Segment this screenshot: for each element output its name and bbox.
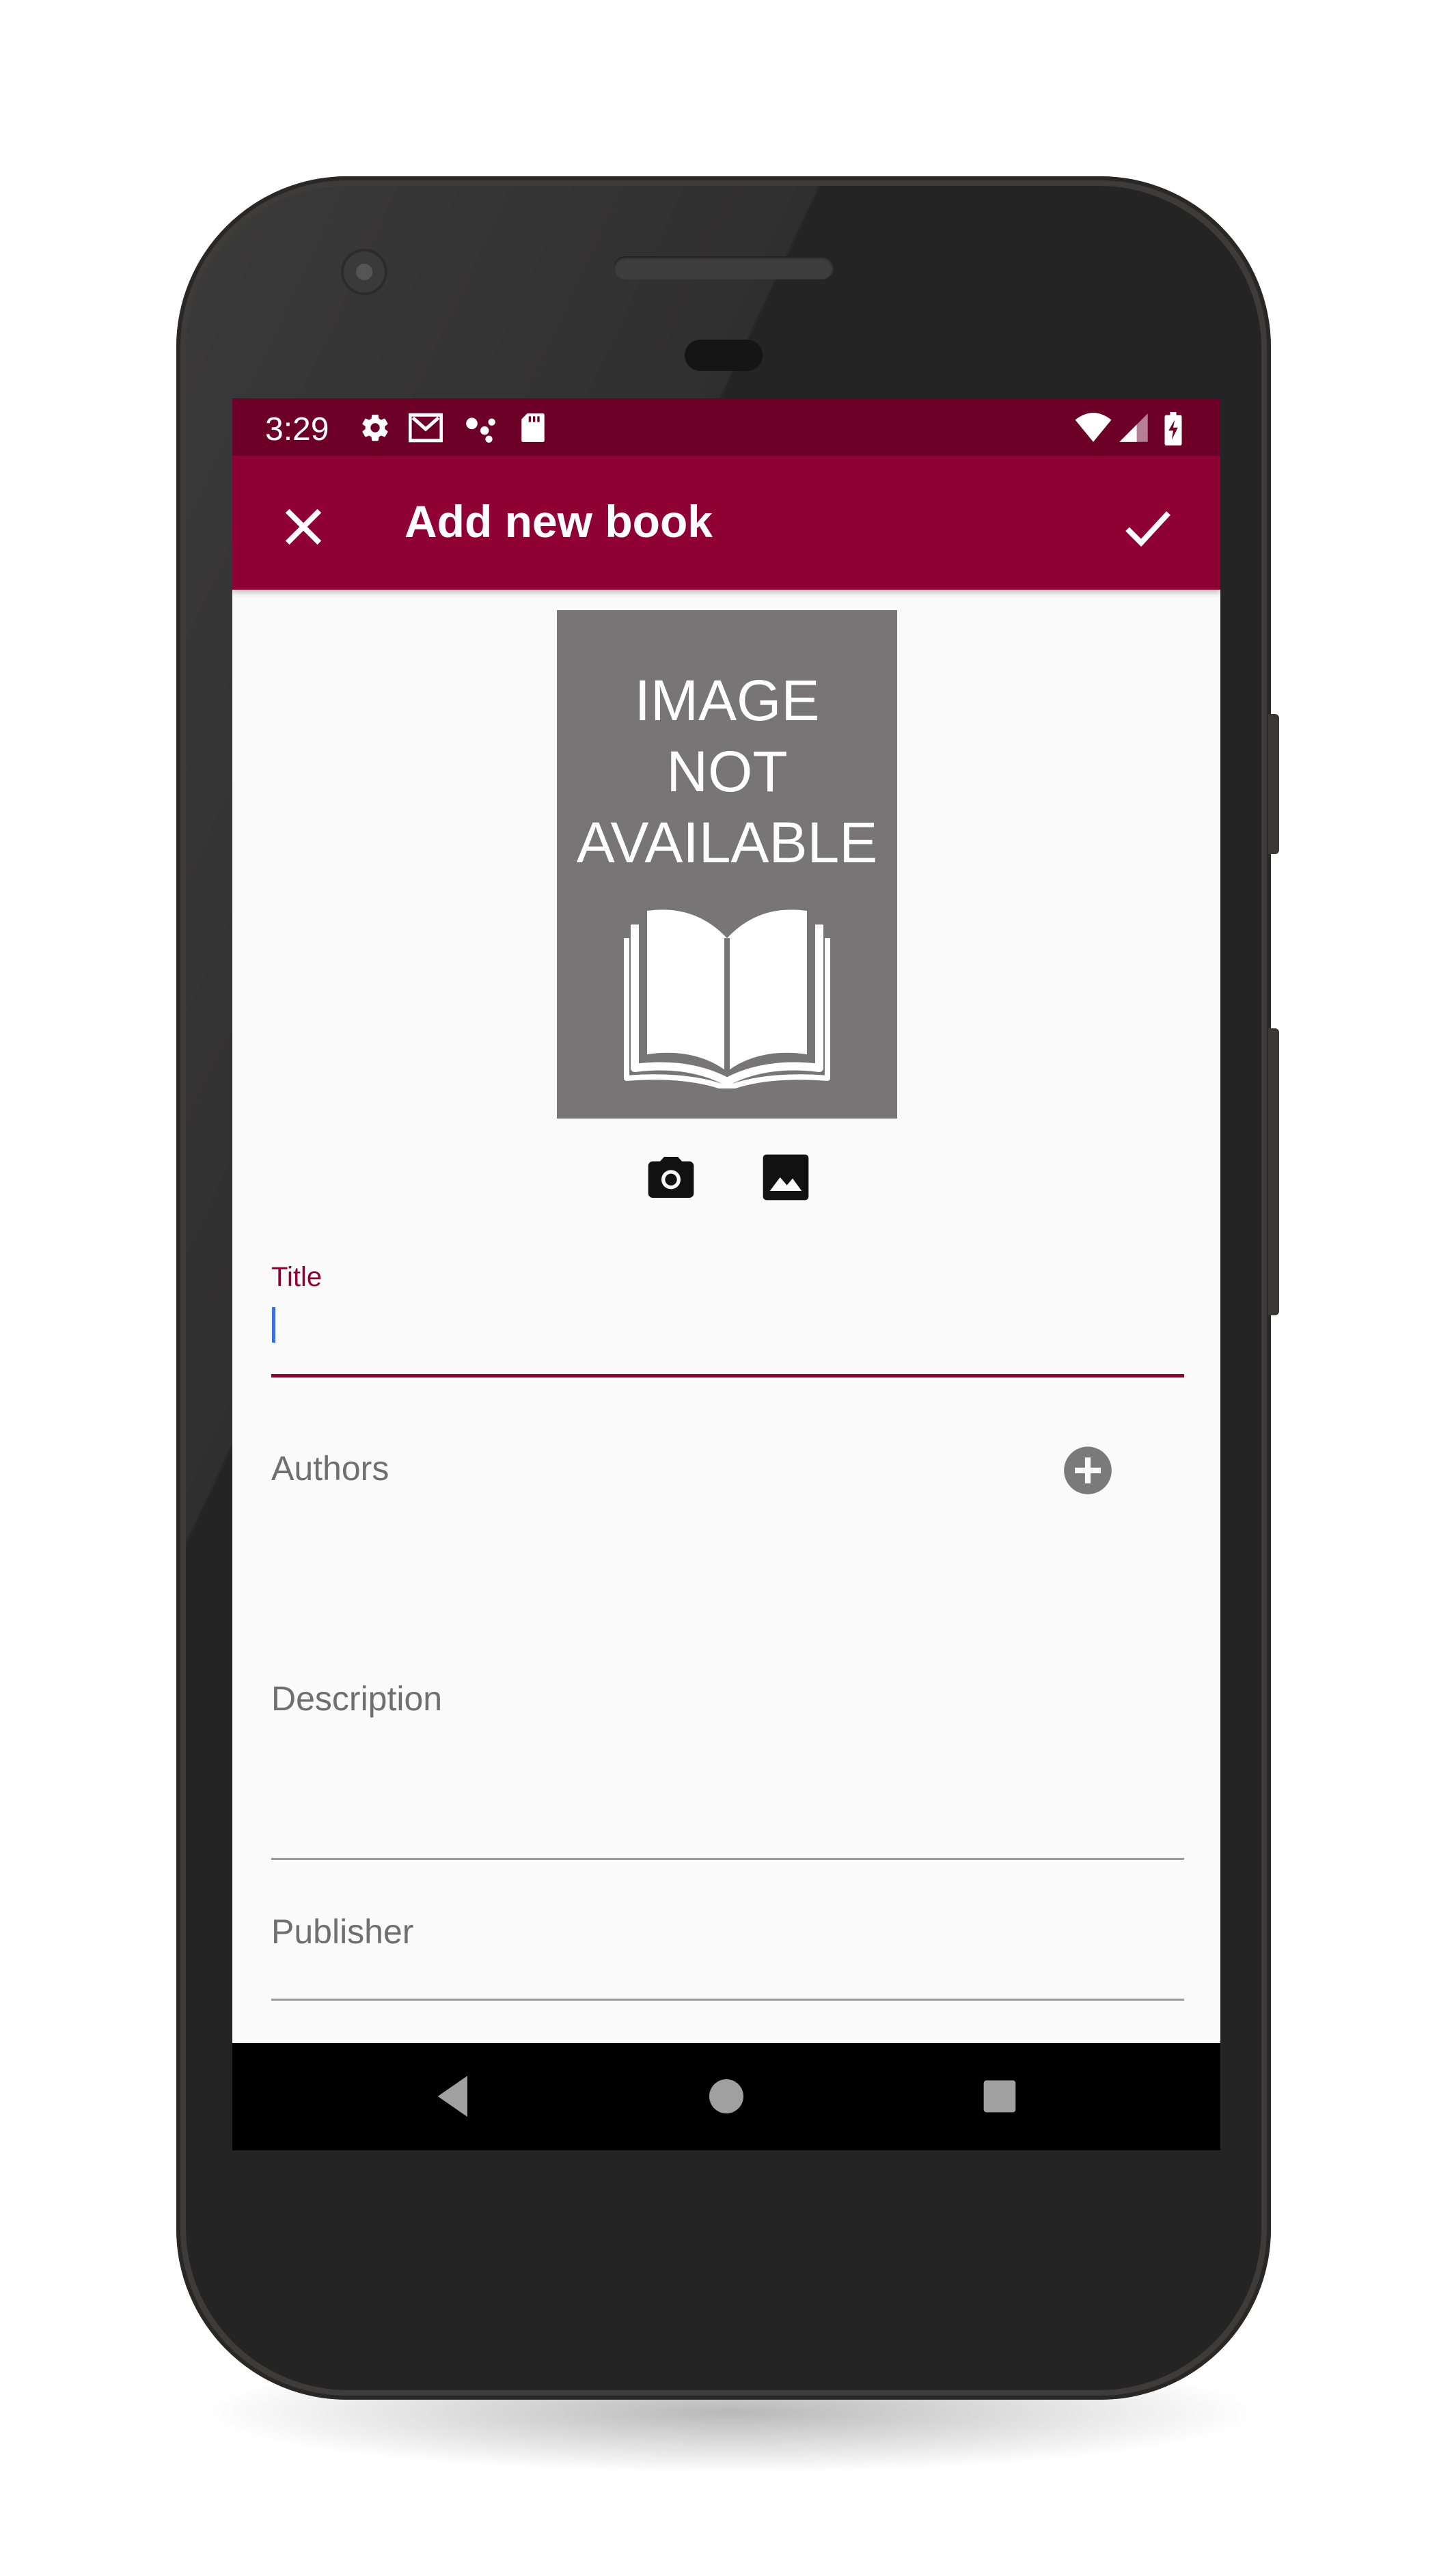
authors-label: Authors [271, 1449, 389, 1488]
power-button [1268, 1028, 1279, 1315]
wifi-icon [1075, 413, 1112, 442]
publisher-underline [271, 1999, 1184, 2001]
description-underline [271, 1858, 1184, 1860]
navigation-bar [232, 2043, 1220, 2150]
book-cover-placeholder[interactable]: IMAGE NOT AVAILABLE [557, 610, 897, 1119]
status-time: 3:29 [265, 411, 329, 448]
proximity-sensor [685, 340, 763, 371]
page-title: Add new book [405, 496, 713, 547]
assistant-dots-icon [466, 417, 495, 443]
gmail-icon [409, 413, 443, 443]
cover-placeholder-text: IMAGE NOT AVAILABLE [557, 665, 897, 878]
recents-icon[interactable] [972, 2069, 1027, 2124]
cover-line-2: NOT [666, 739, 788, 804]
title-label: Title [271, 1262, 323, 1292]
description-label[interactable]: Description [271, 1679, 442, 1718]
add-author-icon[interactable] [1062, 1444, 1114, 1496]
title-underline [271, 1374, 1184, 1378]
app-toolbar: Add new book [232, 456, 1220, 590]
check-icon[interactable] [1121, 499, 1175, 554]
camera-icon[interactable] [644, 1150, 698, 1205]
gallery-icon[interactable] [758, 1150, 813, 1205]
home-icon[interactable] [699, 2069, 754, 2124]
status-bar: 3:29 [232, 398, 1220, 456]
settings-icon [362, 414, 388, 441]
sd-card-icon [521, 413, 545, 442]
close-icon[interactable] [276, 499, 331, 554]
publisher-label[interactable]: Publisher [271, 1912, 413, 1951]
back-icon[interactable] [426, 2069, 481, 2124]
cover-line-1: IMAGE [634, 668, 820, 732]
title-input[interactable] [271, 1300, 1187, 1349]
cover-line-3: AVAILABLE [576, 810, 878, 875]
front-camera [344, 251, 385, 292]
volume-button [1268, 714, 1279, 854]
battery-charging-icon [1164, 412, 1182, 446]
earpiece-speaker [614, 256, 834, 279]
signal-icon [1119, 413, 1148, 442]
app-screen: 3:29 Add new book IMAGE NOT AVAILABLE Ti… [232, 398, 1220, 2150]
open-book-icon [624, 909, 830, 1088]
